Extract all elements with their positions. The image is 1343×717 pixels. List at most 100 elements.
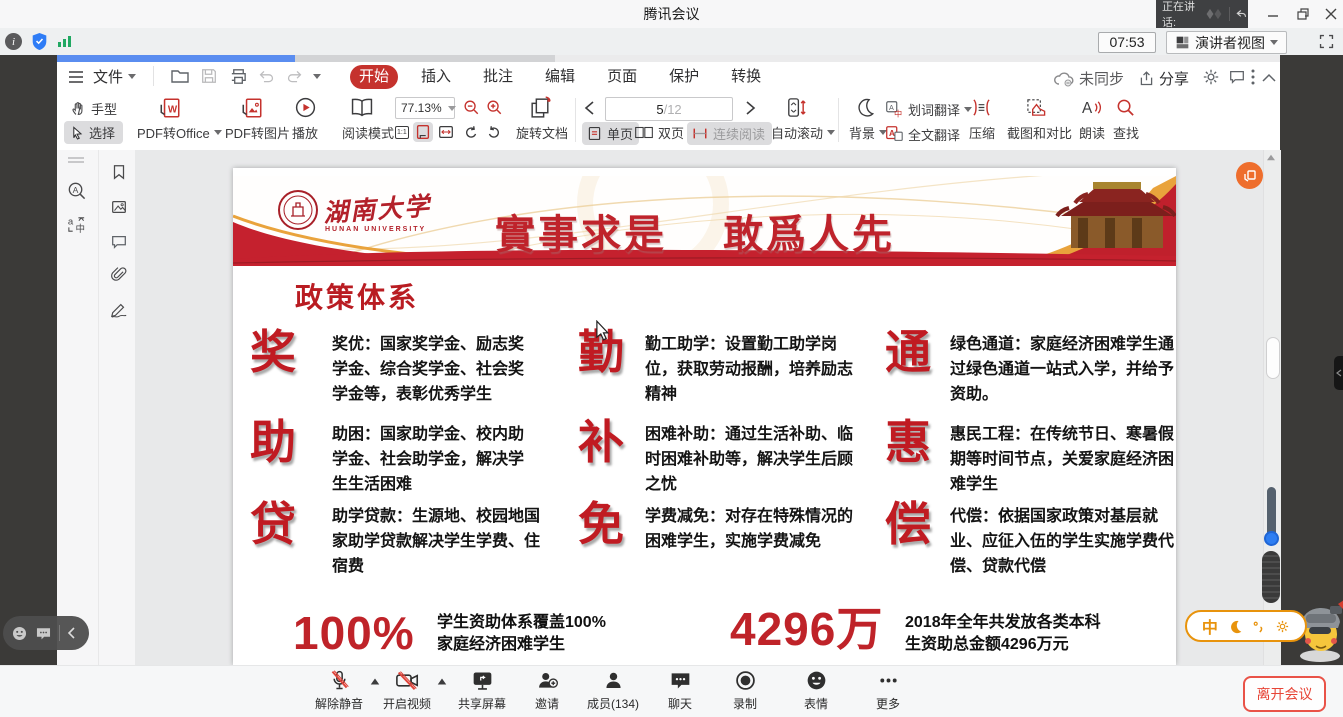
close-button[interactable] [1316,0,1343,28]
collapse-pill-icon[interactable] [67,627,76,639]
tab-insert[interactable]: 插入 [412,65,460,89]
ime-settings-gear-icon[interactable] [1275,619,1290,634]
image-annotation-icon[interactable] [110,198,128,216]
more-label: 更多 [876,695,900,712]
search-in-document-icon[interactable] [66,180,87,201]
scrollbar-thumb[interactable] [1266,337,1280,379]
emoji-button[interactable]: 表情 [784,669,848,712]
policy-item: 助 [250,420,296,466]
scroll-up-arrow[interactable] [1267,155,1275,161]
undo-icon[interactable] [258,68,275,85]
leave-meeting-button[interactable]: 离开会议 [1243,676,1326,712]
zoom-level-value: 77.13% [401,101,442,115]
active-document-tab[interactable] [57,55,295,62]
quick-tools-chevron-icon[interactable] [313,74,321,79]
annotation-slider[interactable] [1267,487,1276,537]
tab-home[interactable]: 开始 [350,65,398,89]
record-button[interactable]: 录制 [713,669,777,712]
rotate-right-icon[interactable] [485,124,503,142]
save-icon[interactable] [200,67,218,85]
word-translate-button[interactable]: 划词翻译 [884,99,972,119]
next-page-icon[interactable] [744,101,756,115]
file-menu[interactable]: 文件 [93,66,136,87]
pdf-to-image-button[interactable]: PDF转图片 [225,123,290,142]
continuous-reading-button[interactable]: 连续阅读 [687,122,772,145]
fullscreen-icon[interactable] [1318,33,1335,50]
emoji-quick-icon[interactable] [11,625,28,642]
tab-page[interactable]: 页面 [598,65,646,89]
find-button[interactable]: 查找 [1113,123,1139,142]
feedback-comment-icon[interactable] [1228,68,1246,86]
signature-pen-icon[interactable] [109,301,129,319]
fit-width-icon[interactable] [437,123,455,141]
comment-annotation-icon[interactable] [110,233,128,251]
video-options-caret[interactable] [438,679,447,685]
security-shield-icon[interactable] [31,32,48,51]
policy-item: 补 [578,420,624,466]
pdf-to-office-button[interactable]: PDF转Office [137,123,222,142]
full-translate-button[interactable]: 全文翻译 [884,124,960,144]
previous-page-icon[interactable] [584,101,596,115]
info-icon[interactable]: i [5,33,22,50]
restore-button[interactable] [1288,0,1318,28]
unmute-button[interactable]: 解除静音 [307,669,371,712]
minimize-button[interactable] [1258,0,1288,28]
network-signal-icon[interactable] [58,36,71,47]
open-file-icon[interactable] [170,66,190,86]
policy-desc: 代偿：依据国家政策对基层就业、应征入伍的学生实施学费代偿、贷款代偿 [950,504,1176,579]
policy-desc: 绿色通道：家庭经济困难学生通过绿色通道一站式入学，并给予资助。 [950,332,1176,407]
ime-language-indicator[interactable]: 中 [1202,614,1218,638]
tab-annotate[interactable]: 批注 [474,65,522,89]
page-number-box[interactable]: 5 /12 [605,97,733,121]
collapse-ribbon-icon[interactable] [1262,73,1276,82]
single-page-button[interactable]: 单页 [582,122,639,145]
read-aloud-button[interactable]: 朗读 [1079,123,1105,142]
hand-tool[interactable]: 手型 [70,99,117,118]
settings-gear-icon[interactable] [1202,68,1220,86]
wps-assistant-bubble[interactable] [1236,162,1263,189]
invite-button[interactable]: 邀请 [515,669,579,712]
tab-edit[interactable]: 编辑 [536,65,584,89]
redo-icon[interactable] [286,68,303,85]
chat-quick-icon[interactable] [35,625,52,642]
rotate-document-button[interactable]: 旋转文档 [516,123,568,142]
print-icon[interactable] [229,67,248,86]
start-video-button[interactable]: 开启视频 [375,669,439,712]
collapsed-toolbar-handle[interactable] [1262,551,1280,603]
tab-protect[interactable]: 保护 [660,65,708,89]
ime-moon-icon[interactable] [1228,619,1243,634]
fit-page-button[interactable] [413,122,433,142]
background-button[interactable]: 背景 [849,123,887,142]
tab-convert[interactable]: 转换 [722,65,770,89]
annotation-slider-knob[interactable] [1264,531,1279,546]
rotate-left-icon[interactable] [462,124,480,142]
select-tool[interactable]: 选择 [64,121,123,144]
snapshot-compare-button[interactable]: 截图和对比 [1007,123,1072,142]
view-mode-button[interactable]: 演讲者视图 [1166,31,1287,54]
auto-scroll-button[interactable]: 自动滚动 [771,123,835,142]
reading-mode-button[interactable]: 阅读模式 [342,123,394,142]
bookmark-icon[interactable] [110,163,128,181]
zoom-in-icon[interactable] [485,98,503,116]
hamburger-icon[interactable] [68,70,84,84]
speaking-label: 正在讲话: [1162,0,1202,30]
ime-punctuation-icon[interactable] [1252,620,1265,633]
edge-flyout-tab[interactable] [1334,356,1343,390]
play-button[interactable]: 播放 [292,123,318,142]
attachment-paperclip-icon[interactable] [110,266,128,284]
kebab-menu-icon[interactable] [1250,68,1256,86]
share-screen-button[interactable]: 共享屏幕 [450,669,514,712]
chat-button[interactable]: 聊天 [648,669,712,712]
sidebar-translate-icon[interactable] [66,214,87,235]
sidebar-drag-handle-icon[interactable] [67,156,85,164]
sync-status[interactable]: 未同步 [1053,68,1124,89]
pdf-to-office-icon [158,96,182,120]
more-button[interactable]: 更多 [856,669,920,712]
zoom-out-icon[interactable] [462,98,480,116]
compress-button[interactable]: 压缩 [969,123,995,142]
zoom-level-select[interactable]: 77.13% [395,97,455,119]
share-button[interactable]: 分享 [1138,68,1189,89]
back-arrow-icon[interactable] [1235,7,1248,21]
actual-size-button[interactable]: 1:1 [395,126,409,139]
members-button[interactable]: 成员(134) [581,669,645,712]
